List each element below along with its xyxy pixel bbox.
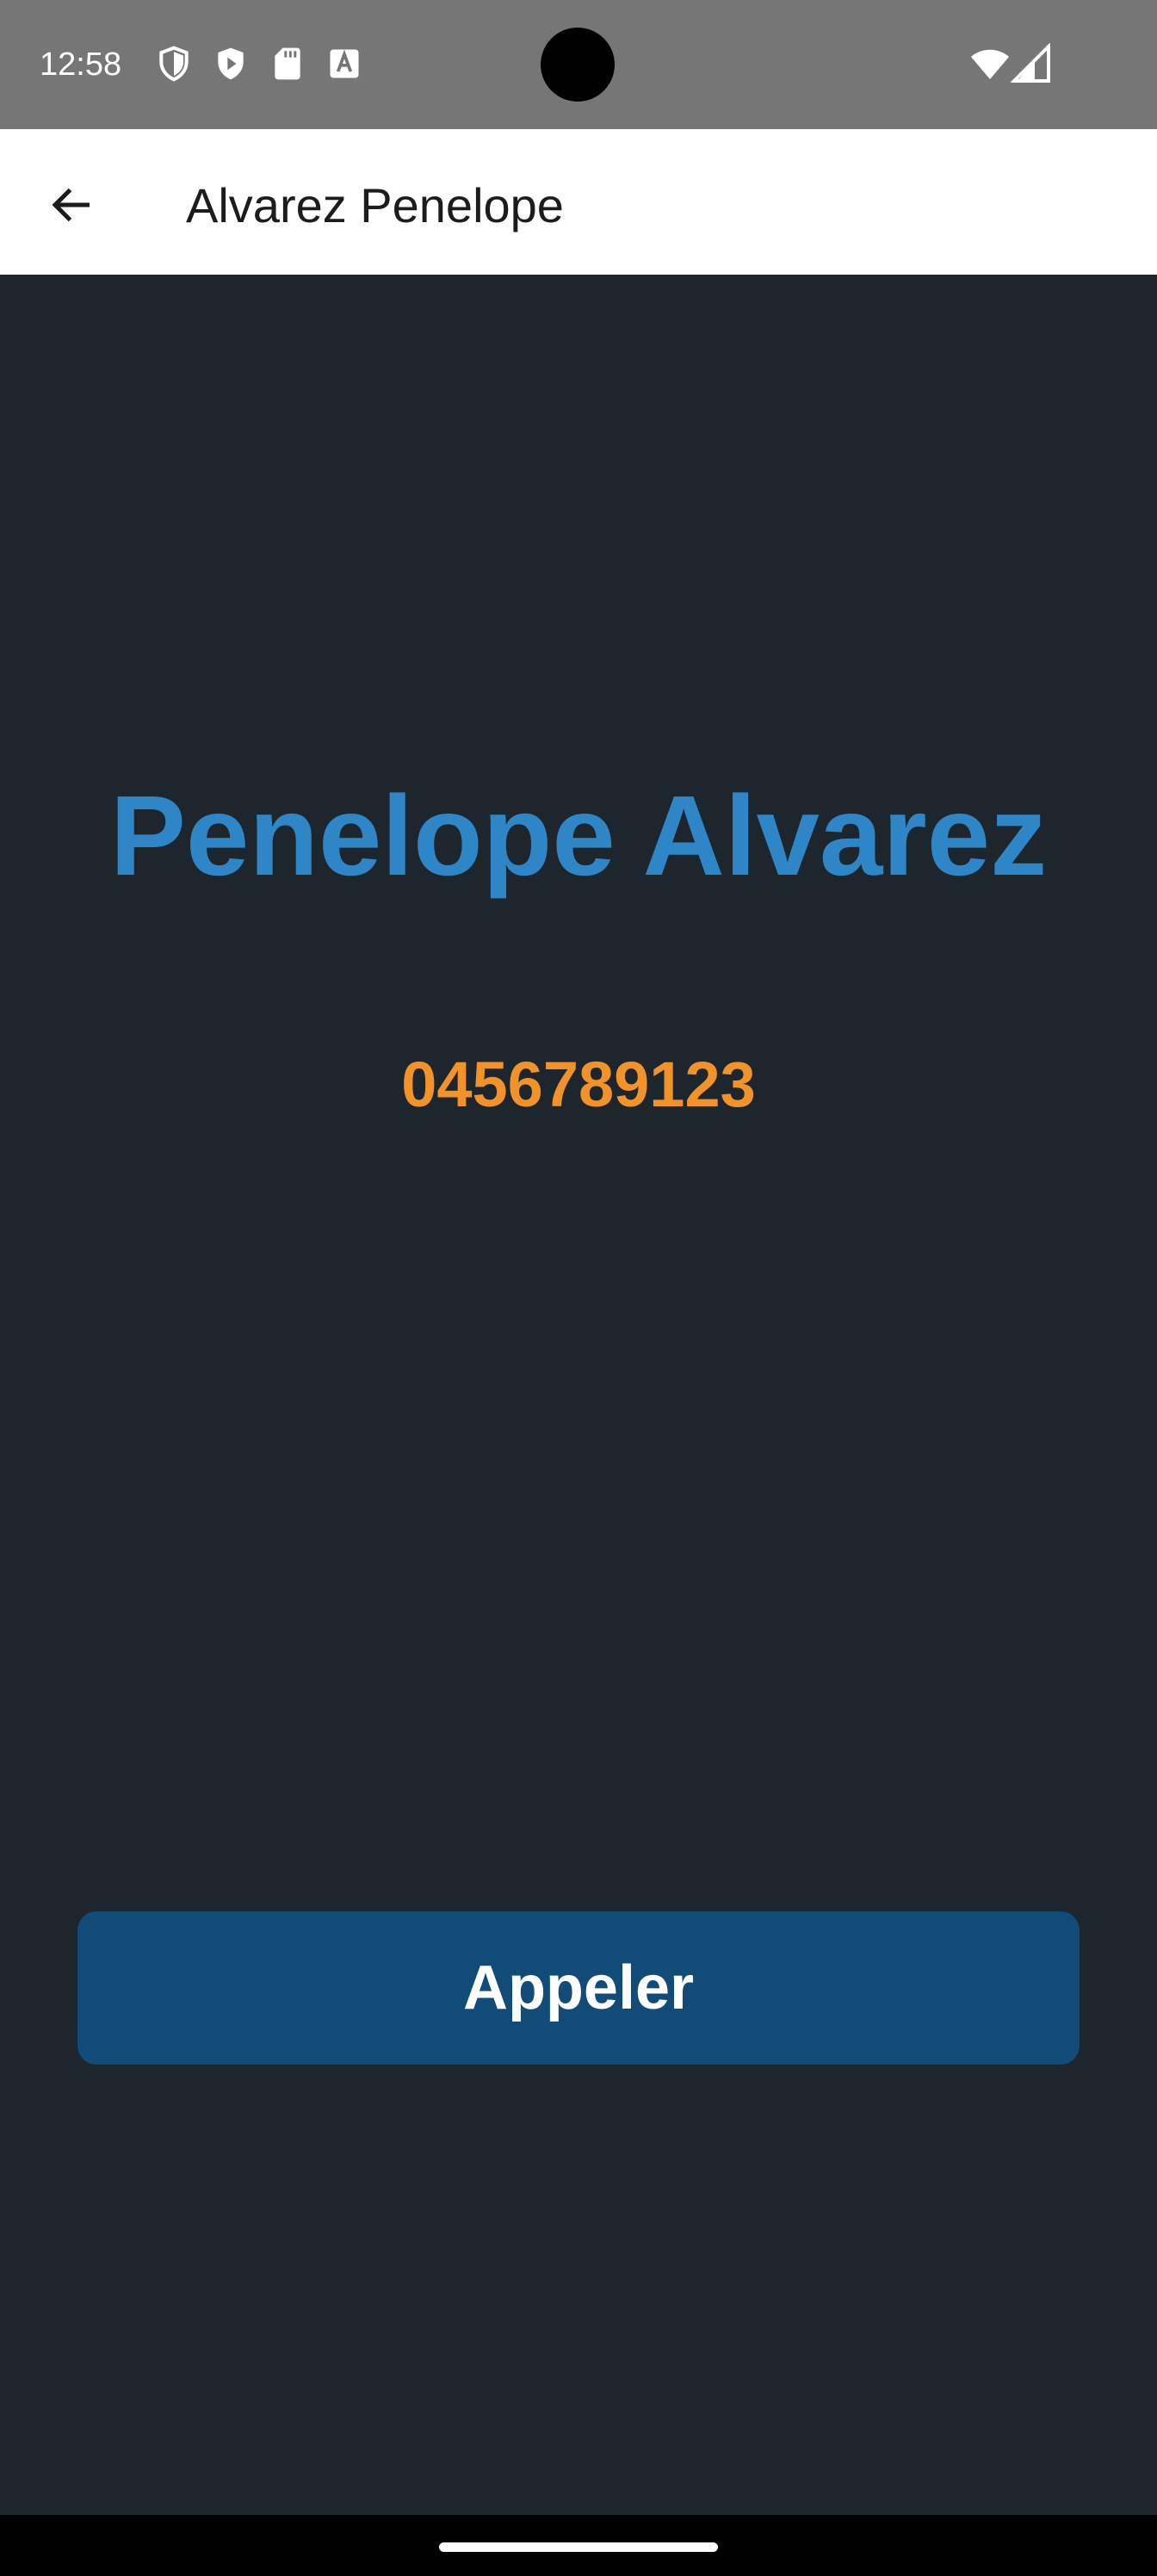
contact-detail-content: Penelope Alvarez 0456789123 Appeler bbox=[0, 275, 1157, 2515]
status-time: 12:58 bbox=[40, 46, 122, 83]
cell-signal-icon bbox=[1011, 43, 1050, 83]
app-bar: Alvarez Penelope bbox=[0, 129, 1157, 275]
arrow-back-icon bbox=[52, 188, 90, 222]
page-title: Alvarez Penelope bbox=[186, 178, 564, 232]
shield-icon bbox=[159, 46, 189, 82]
back-button[interactable] bbox=[34, 167, 110, 243]
play-store-icon bbox=[218, 47, 244, 80]
text-a-icon bbox=[330, 49, 359, 78]
contact-name: Penelope Alvarez bbox=[109, 772, 1048, 899]
status-bar: 12:58 bbox=[0, 0, 1157, 129]
home-gesture-handle[interactable] bbox=[439, 2542, 718, 2552]
wifi-icon bbox=[971, 49, 1009, 79]
navigation-bar bbox=[0, 2515, 1157, 2576]
camera-cutout bbox=[541, 28, 615, 102]
call-button[interactable]: Appeler bbox=[77, 1911, 1080, 2065]
sd-card-icon bbox=[275, 47, 300, 80]
contact-phone-number: 0456789123 bbox=[401, 1049, 756, 1120]
